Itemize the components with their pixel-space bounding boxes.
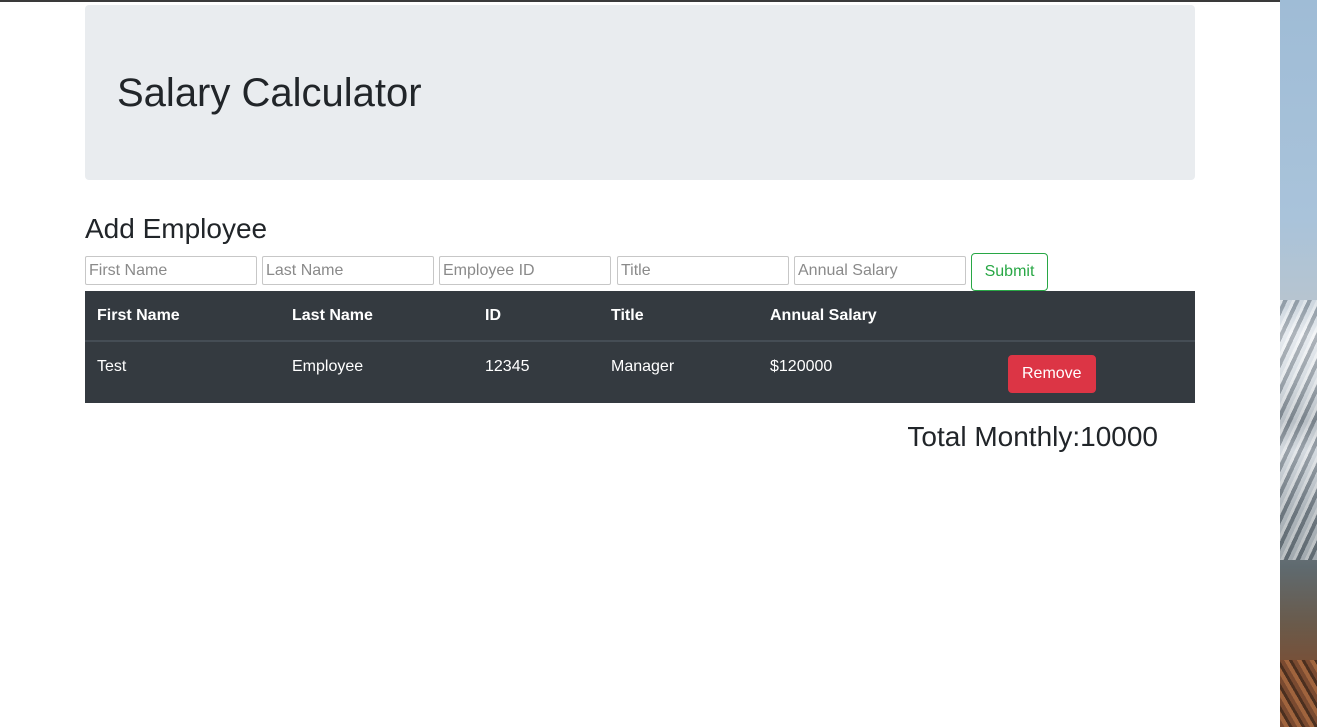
employee-id-input[interactable] [439, 256, 611, 285]
header-jumbotron: Salary Calculator [85, 5, 1195, 180]
table-header-row: First Name Last Name ID Title Annual Sal… [85, 291, 1195, 342]
column-header-first-name: First Name [85, 291, 280, 342]
first-name-input[interactable] [85, 256, 257, 285]
total-monthly: Total Monthly:10000 [907, 421, 1158, 452]
add-employee-heading: Add Employee [85, 213, 268, 244]
cell-first-name: Test [97, 358, 127, 375]
cell-last-name: Employee [292, 358, 364, 375]
annual-salary-input[interactable] [794, 256, 966, 285]
submit-button[interactable]: Submit [971, 253, 1048, 291]
column-header-annual-salary: Annual Salary [758, 291, 996, 342]
wallpaper-snow-texture [1280, 300, 1317, 560]
column-header-id: ID [473, 291, 599, 342]
employee-table: First Name Last Name ID Title Annual Sal… [85, 291, 1195, 403]
column-header-last-name: Last Name [280, 291, 473, 342]
wallpaper-rock-texture [1280, 660, 1317, 727]
page-title: Salary Calculator [117, 71, 422, 115]
title-input[interactable] [617, 256, 789, 285]
cell-annual-salary: $120000 [770, 358, 833, 375]
table-row: Test Employee 12345 Manager $120000 Remo… [85, 341, 1195, 403]
column-header-title: Title [599, 291, 758, 342]
remove-button[interactable]: Remove [1008, 355, 1096, 393]
cell-actions: Remove [996, 341, 1195, 403]
cell-id: 12345 [485, 358, 530, 375]
desktop-wallpaper-strip [1280, 0, 1317, 727]
column-header-actions [996, 291, 1195, 342]
last-name-input[interactable] [262, 256, 434, 285]
cell-title: Manager [611, 358, 675, 375]
browser-viewport: Salary Calculator Add Employee Submit Fi… [0, 0, 1280, 727]
